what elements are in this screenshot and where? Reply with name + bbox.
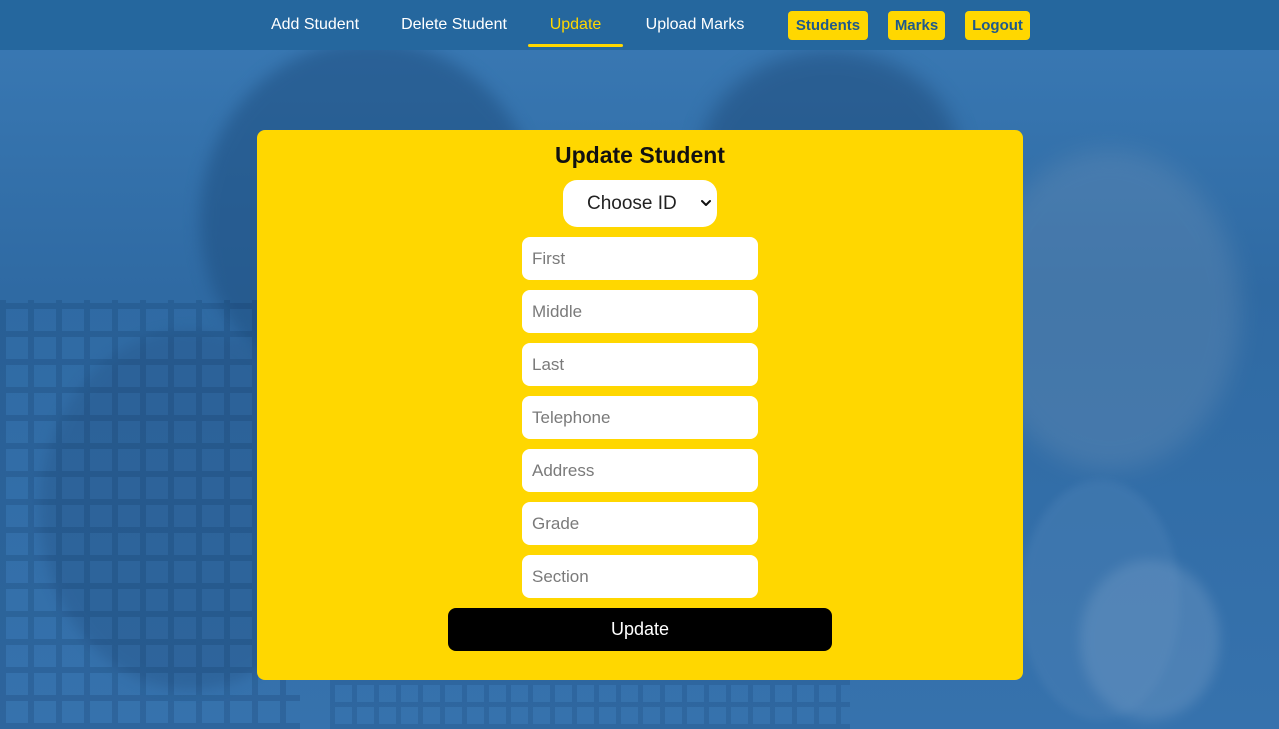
update-submit-button[interactable]: Update (448, 608, 832, 651)
nav-update[interactable]: Update (528, 0, 623, 50)
nav-upload-marks[interactable]: Upload Marks (636, 0, 754, 50)
form-title: Update Student (555, 142, 725, 168)
first-name-input[interactable] (522, 237, 758, 280)
address-input[interactable] (522, 449, 758, 492)
nav-add-student[interactable]: Add Student (262, 0, 368, 50)
last-name-input[interactable] (522, 343, 758, 386)
top-navbar: Add Student Delete Student Update Upload… (0, 0, 1279, 50)
marks-button[interactable]: Marks (888, 11, 945, 40)
active-tab-indicator (528, 44, 623, 47)
middle-name-input[interactable] (522, 290, 758, 333)
section-input[interactable] (522, 555, 758, 598)
telephone-input[interactable] (522, 396, 758, 439)
update-student-card: Update Student Choose ID Update (257, 130, 1023, 680)
students-button[interactable]: Students (788, 11, 868, 40)
grade-input[interactable] (522, 502, 758, 545)
nav-delete-student[interactable]: Delete Student (393, 0, 515, 50)
logout-button[interactable]: Logout (965, 11, 1030, 40)
student-id-select[interactable]: Choose ID (563, 180, 717, 227)
select-value: Choose ID (587, 193, 677, 214)
chevron-down-icon (701, 200, 711, 206)
